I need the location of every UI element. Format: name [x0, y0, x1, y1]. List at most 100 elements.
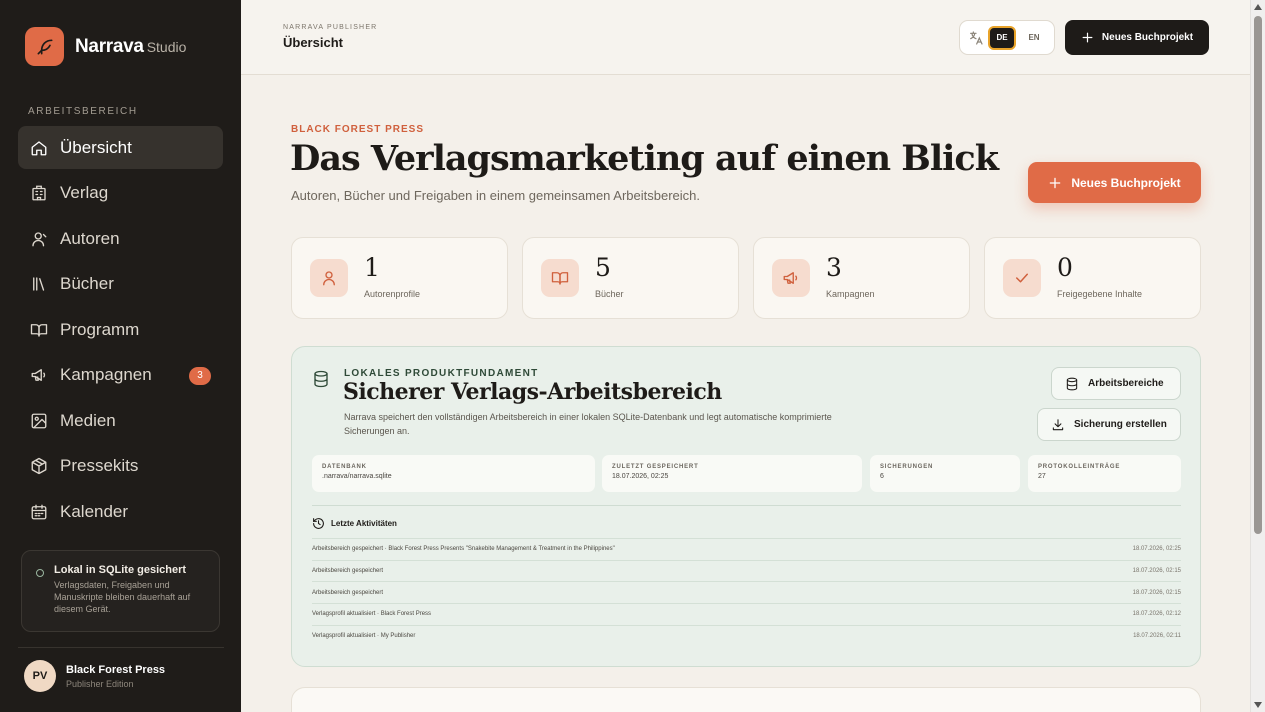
- foundation-title: Sicherer Verlags-Arbeitsbereich: [343, 379, 722, 405]
- sidebar-item-pressekits[interactable]: Pressekits: [18, 445, 223, 488]
- feather-logo-icon: [25, 27, 64, 66]
- page-scrollbar[interactable]: [1250, 0, 1265, 712]
- stat-value: 3: [826, 253, 842, 282]
- history-icon: [313, 518, 324, 529]
- sidebar-item-label: Pressekits: [60, 456, 139, 475]
- create-backup-button[interactable]: Sicherung erstellen: [1037, 408, 1181, 441]
- sidebar-item-kampagnen[interactable]: Kampagnen 3: [18, 354, 223, 397]
- sidebar-item-medien[interactable]: Medien: [18, 399, 223, 442]
- activity-title: Letzte Aktivitäten: [331, 519, 397, 528]
- meta-log-entries: PROTOKOLLEINTRÄGE 27: [1028, 455, 1181, 492]
- book-open-icon: [541, 259, 579, 297]
- stat-card-freigegeben[interactable]: 0 Freigegebene Inhalte: [984, 237, 1201, 319]
- sidebar-item-programm[interactable]: Programm: [18, 308, 223, 351]
- activity-list: Arbeitsbereich gespeichert · Black Fores…: [312, 538, 1181, 646]
- sidebar-item-autoren[interactable]: Autoren: [18, 217, 223, 260]
- foundation-description: Narrava speichert den vollständigen Arbe…: [344, 412, 832, 436]
- sidebar-item-verlag[interactable]: Verlag: [18, 172, 223, 215]
- activity-time: 18.07.2026, 02:15: [1132, 589, 1181, 596]
- book-open-icon: [30, 323, 48, 337]
- stat-value: 0: [1057, 253, 1073, 282]
- list-item: Arbeitsbereich gespeichert · Black Fores…: [312, 538, 1181, 560]
- sidebar-item-label: Medien: [60, 410, 116, 430]
- stat-card-buecher[interactable]: 5 Bücher: [522, 237, 739, 319]
- lang-en-button[interactable]: EN: [1020, 26, 1048, 50]
- stat-label: Freigegebene Inhalte: [1057, 289, 1143, 299]
- meta-key: PROTOKOLLEINTRÄGE: [1038, 464, 1121, 470]
- scroll-down-arrow-icon[interactable]: [1254, 702, 1262, 708]
- stat-value: 5: [595, 253, 611, 282]
- topbar-eyebrow: NARRAVA PUBLISHER: [283, 24, 378, 31]
- foundation-eyebrow: LOKALES PRODUKTFUNDAMENT: [344, 368, 539, 379]
- meta-key: SICHERUNGEN: [880, 464, 934, 470]
- topbar-new-project-button[interactable]: Neues Buchprojekt: [1065, 20, 1209, 55]
- check-icon: [1003, 259, 1041, 297]
- stat-card-kampagnen[interactable]: 3 Kampagnen: [753, 237, 970, 319]
- workspace-foundation-card: LOKALES PRODUKTFUNDAMENT Sicherer Verlag…: [291, 346, 1201, 667]
- brand-suffix: Studio: [146, 38, 187, 55]
- plus-icon: [1050, 177, 1061, 188]
- package-icon: [31, 457, 47, 475]
- translate-icon: [970, 30, 983, 45]
- local-storage-text: Verlagsdaten, Freigaben und Manuskripte …: [54, 580, 191, 614]
- stat-label: Bücher: [595, 289, 624, 299]
- sidebar-item-kalender[interactable]: Kalender: [18, 490, 223, 533]
- user-profile[interactable]: PV Black Forest Press Publisher Edition: [24, 660, 165, 692]
- brand[interactable]: Narrava Studio: [25, 27, 186, 66]
- hero-title: Das Verlagsmarketing auf einen Blick: [290, 138, 999, 179]
- meta-backups: SICHERUNGEN 6: [870, 455, 1020, 492]
- megaphone-icon: [772, 259, 810, 297]
- create-backup-label: Sicherung erstellen: [1074, 419, 1167, 430]
- user-name: Black Forest Press: [66, 663, 166, 676]
- next-section-card: [291, 687, 1201, 712]
- sidebar-item-label: Bücher: [60, 274, 114, 293]
- language-switcher: DE EN: [959, 20, 1055, 55]
- activity-text: Arbeitsbereich gespeichert · Black Fores…: [312, 546, 615, 553]
- meta-database: DATENBANK .narrava/narrava.sqlite: [312, 455, 595, 492]
- user-icon: [32, 231, 47, 246]
- image-icon: [31, 413, 47, 428]
- stat-card-autorenprofile[interactable]: 1 Autorenprofile: [291, 237, 508, 319]
- foundation-divider: [312, 505, 1181, 506]
- hero-button-label: Neues Buchprojekt: [1071, 175, 1181, 190]
- activity-text: Arbeitsbereich gespeichert: [312, 589, 384, 596]
- home-icon: [31, 140, 47, 155]
- library-icon: [33, 277, 45, 291]
- sidebar-divider: [18, 647, 224, 648]
- activity-text: Verlagsprofil aktualisiert · Black Fores…: [312, 611, 432, 618]
- meta-key: ZULETZT GESPEICHERT: [612, 464, 699, 470]
- list-item: Arbeitsbereich gespeichert 18.07.2026, 0…: [312, 559, 1181, 582]
- activity-time: 18.07.2026, 02:25: [1132, 546, 1181, 553]
- activity-text: Verlagsprofil aktualisiert · My Publishe…: [312, 633, 416, 640]
- sidebar: Narrava Studio ARBEITSBEREICH Übersicht V…: [0, 0, 241, 712]
- sidebar-item-label: Übersicht: [60, 137, 132, 157]
- list-item: Verlagsprofil aktualisiert · My Publishe…: [312, 624, 1181, 647]
- activity-time: 18.07.2026, 02:11: [1133, 633, 1181, 640]
- avatar: PV: [24, 660, 56, 692]
- megaphone-icon: [31, 369, 46, 381]
- user-edition: Publisher Edition: [66, 678, 134, 689]
- list-item: Verlagsprofil aktualisiert · Black Fores…: [312, 603, 1181, 625]
- activity-time: 18.07.2026, 02:12: [1132, 611, 1181, 618]
- sidebar-nav: Übersicht Verlag Autoren Bücher Programm…: [18, 126, 223, 536]
- stat-label: Kampagnen: [826, 289, 875, 299]
- status-dot-icon: [36, 569, 44, 577]
- user-icon: [310, 259, 348, 297]
- hero-eyebrow: BLACK FOREST PRESS: [291, 124, 425, 135]
- lang-de-button[interactable]: DE: [988, 25, 1016, 50]
- plus-icon: [1082, 32, 1093, 43]
- workspaces-button[interactable]: Arbeitsbereiche: [1051, 367, 1181, 400]
- database-icon: [1066, 377, 1078, 390]
- sidebar-item-buecher[interactable]: Bücher: [18, 263, 223, 306]
- stats-row: 1 Autorenprofile 5 Bücher 3 Kampagnen 0 …: [291, 237, 1201, 319]
- building-icon: [32, 185, 46, 201]
- hero-new-project-button[interactable]: Neues Buchprojekt: [1028, 162, 1201, 203]
- sidebar-item-uebersicht[interactable]: Übersicht: [18, 126, 223, 169]
- scroll-up-arrow-icon[interactable]: [1254, 4, 1262, 10]
- sidebar-item-label: Kalender: [60, 501, 129, 521]
- stat-label: Autorenprofile: [364, 289, 421, 299]
- main-content: BLACK FOREST PRESS Das Verlagsmarketing …: [241, 75, 1250, 712]
- scrollbar-thumb[interactable]: [1254, 16, 1262, 534]
- local-storage-title: Lokal in SQLite gesichert: [54, 564, 187, 576]
- activity-text: Arbeitsbereich gespeichert: [312, 568, 384, 575]
